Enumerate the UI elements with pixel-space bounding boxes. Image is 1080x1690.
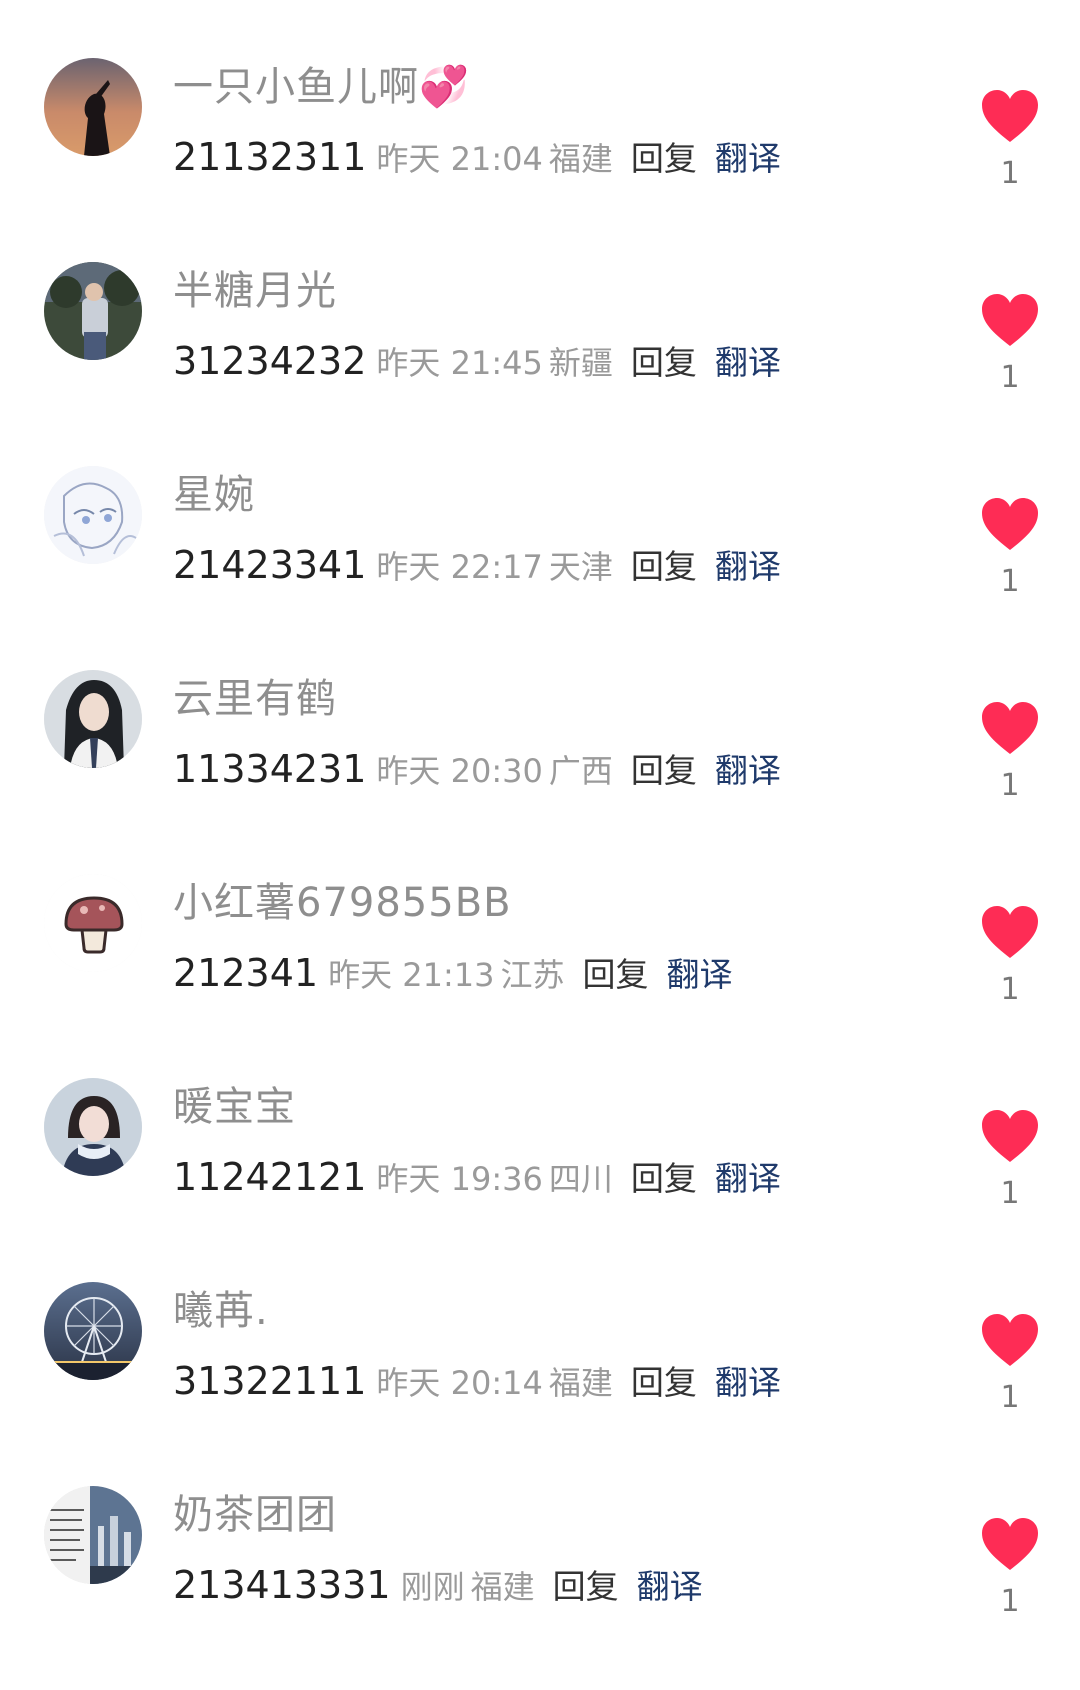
reply-button[interactable]: 回复 [553, 1560, 619, 1608]
comment-time: 昨天 21:13 [328, 956, 495, 994]
translate-button[interactable]: 翻译 [715, 744, 781, 792]
heart-icon [982, 1518, 1038, 1570]
username[interactable]: 奶茶团团 [173, 1490, 337, 1540]
comment-meta: 21132311 昨天 21:04 福建 回复 翻译 [173, 132, 781, 188]
comment-region: 新疆 [548, 344, 613, 382]
comment-meta: 11242121 昨天 19:36 四川 回复 翻译 [173, 1152, 781, 1208]
like-button[interactable] [980, 1108, 1040, 1164]
heart-icon [982, 498, 1038, 550]
comment-meta: 213413331 刚刚 福建 回复 翻译 [173, 1560, 703, 1616]
comment-text: 31322111 [173, 1359, 367, 1403]
comment-meta: 11334231 昨天 20:30 广西 回复 翻译 [173, 744, 781, 800]
mushroom-avatar[interactable] [44, 874, 142, 972]
like-count: 1 [1000, 1584, 1020, 1619]
username[interactable]: 云里有鹤 [173, 674, 337, 724]
like-count: 1 [1000, 1380, 1020, 1415]
comment-item: 暖宝宝 11242121 昨天 19:36 四川 回复 翻译 1 [0, 1060, 1080, 1264]
comment-time: 昨天 22:17 [376, 548, 543, 586]
username[interactable]: 小红薯679855BB [173, 878, 512, 928]
person-photo-avatar[interactable] [44, 262, 142, 360]
heart-icon [982, 90, 1038, 142]
comment-text: 212341 [173, 951, 319, 995]
like-button[interactable] [980, 1312, 1040, 1368]
like-button[interactable] [980, 292, 1040, 348]
comment-item: 奶茶团团 213413331 刚刚 福建 回复 翻译 1 [0, 1468, 1080, 1672]
reply-button[interactable]: 回复 [631, 1356, 697, 1404]
reply-button[interactable]: 回复 [631, 1152, 697, 1200]
heart-icon [982, 294, 1038, 346]
comment-text: 11242121 [173, 1155, 367, 1199]
username[interactable]: 星婉 [173, 470, 255, 520]
translate-button[interactable]: 翻译 [715, 132, 781, 180]
like-button[interactable] [980, 88, 1040, 144]
comment-time: 昨天 21:04 [376, 140, 543, 178]
like-count: 1 [1000, 1176, 1020, 1211]
username[interactable]: 暖宝宝 [173, 1082, 296, 1132]
snow-portrait-avatar[interactable] [44, 1078, 142, 1176]
comment-item: 一只小鱼儿啊💞 21132311 昨天 21:04 福建 回复 翻译 1 [0, 40, 1080, 244]
comment-meta: 31234232 昨天 21:45 新疆 回复 翻译 [173, 336, 781, 392]
like-button[interactable] [980, 1516, 1040, 1572]
comment-region: 福建 [548, 1364, 613, 1402]
comment-item: 星婉 21423341 昨天 22:17 天津 回复 翻译 1 [0, 448, 1080, 652]
comment-time: 昨天 19:36 [376, 1160, 543, 1198]
text-city-avatar[interactable] [44, 1486, 142, 1584]
reply-button[interactable]: 回复 [631, 540, 697, 588]
comment-text: 11334231 [173, 747, 367, 791]
comment-time: 昨天 21:45 [376, 344, 543, 382]
comment-text: 21132311 [173, 135, 367, 179]
heart-icon [982, 1110, 1038, 1162]
comment-region: 江苏 [500, 956, 565, 994]
like-count: 1 [1000, 360, 1020, 395]
like-count: 1 [1000, 768, 1020, 803]
comment-time: 刚刚 [400, 1568, 465, 1606]
translate-button[interactable]: 翻译 [715, 336, 781, 384]
comment-region: 四川 [548, 1160, 613, 1198]
comment-text: 31234232 [173, 339, 367, 383]
ferris-wheel-avatar[interactable] [44, 1282, 142, 1380]
comment-text: 21423341 [173, 543, 367, 587]
comment-meta: 31322111 昨天 20:14 福建 回复 翻译 [173, 1356, 781, 1412]
translate-button[interactable]: 翻译 [715, 1356, 781, 1404]
reply-button[interactable]: 回复 [631, 744, 697, 792]
comment-time: 昨天 20:14 [376, 1364, 543, 1402]
girl-portrait-avatar[interactable] [44, 670, 142, 768]
comment-item: 云里有鹤 11334231 昨天 20:30 广西 回复 翻译 1 [0, 652, 1080, 856]
anime-sketch-avatar[interactable] [44, 466, 142, 564]
comment-text: 213413331 [173, 1563, 391, 1607]
comment-region: 福建 [548, 140, 613, 178]
username[interactable]: 曦苒. [173, 1286, 269, 1336]
reply-button[interactable]: 回复 [631, 132, 697, 180]
heart-icon [982, 1314, 1038, 1366]
comment-item: 曦苒. 31322111 昨天 20:14 福建 回复 翻译 1 [0, 1264, 1080, 1468]
username[interactable]: 一只小鱼儿啊💞 [173, 62, 470, 112]
silhouette-sunset-avatar[interactable] [44, 58, 142, 156]
heart-icon [982, 702, 1038, 754]
reply-button[interactable]: 回复 [631, 336, 697, 384]
comment-time: 昨天 20:30 [376, 752, 543, 790]
comment-region: 福建 [470, 1568, 535, 1606]
comment-region: 广西 [548, 752, 613, 790]
translate-button[interactable]: 翻译 [666, 948, 732, 996]
like-button[interactable] [980, 904, 1040, 960]
translate-button[interactable]: 翻译 [715, 540, 781, 588]
like-count: 1 [1000, 156, 1020, 191]
comment-item: 半糖月光 31234232 昨天 21:45 新疆 回复 翻译 1 [0, 244, 1080, 448]
comment-list: 一只小鱼儿啊💞 21132311 昨天 21:04 福建 回复 翻译 1 半糖月… [0, 0, 1080, 1690]
comment-meta: 212341 昨天 21:13 江苏 回复 翻译 [173, 948, 732, 1004]
like-count: 1 [1000, 564, 1020, 599]
reply-button[interactable]: 回复 [582, 948, 648, 996]
comment-region: 天津 [548, 548, 613, 586]
translate-button[interactable]: 翻译 [637, 1560, 703, 1608]
heart-icon [982, 906, 1038, 958]
like-button[interactable] [980, 496, 1040, 552]
like-button[interactable] [980, 700, 1040, 756]
username[interactable]: 半糖月光 [173, 266, 337, 316]
comment-item: 小红薯679855BB 212341 昨天 21:13 江苏 回复 翻译 1 [0, 856, 1080, 1060]
like-count: 1 [1000, 972, 1020, 1007]
comment-meta: 21423341 昨天 22:17 天津 回复 翻译 [173, 540, 781, 596]
translate-button[interactable]: 翻译 [715, 1152, 781, 1200]
